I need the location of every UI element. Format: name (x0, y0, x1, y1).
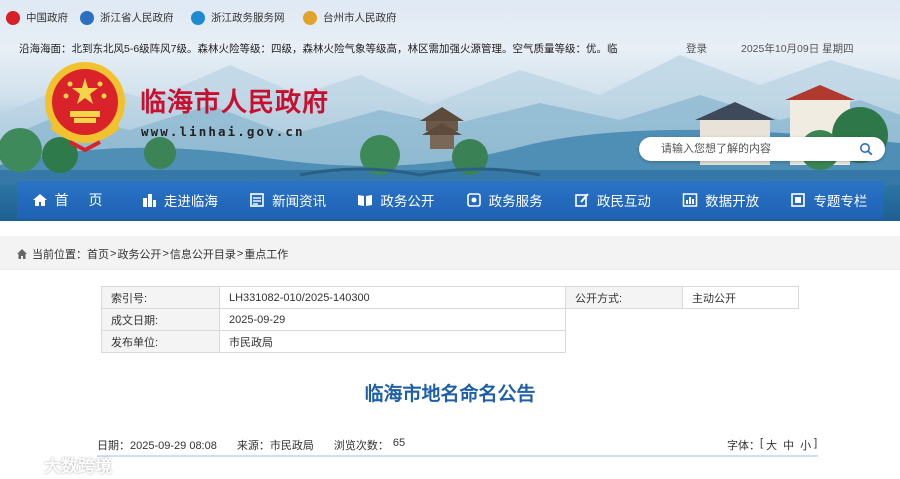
toplink-zhejiang-gov[interactable]: 浙江省人民政府 (80, 10, 174, 25)
watermark: 大数跨境 (8, 452, 112, 477)
views-label: 浏览次数： (333, 440, 389, 452)
breadcrumb-prefix: 当前位置： (32, 249, 87, 261)
nav-item-home[interactable]: 首 页 (17, 181, 125, 219)
site-header: 中国政府 浙江省人民政府 浙江政务服务网 台州市人民政府 沿海海面：北到东北风5… (0, 0, 900, 221)
search-box (639, 137, 885, 161)
site-title: 临海市人民政府 (140, 88, 330, 118)
toplink-label: 中国政府 (26, 12, 68, 24)
nav-label: 数据开放 (705, 194, 760, 209)
font-size-small-button[interactable]: 小 (800, 437, 811, 453)
breadcrumb-link-gov-affairs[interactable]: 政务公开 (117, 246, 161, 262)
nav-label: 政务服务 (488, 194, 543, 209)
home-icon (32, 194, 47, 206)
column-icon (791, 193, 806, 207)
main-nav: 首 页 走进临海 新闻资讯 政务公开 政务服务 政民互动 数据开放 专题专栏 (17, 181, 883, 219)
font-size-medium-button[interactable]: 中 (783, 437, 794, 453)
watermark-text: 大数跨境 (44, 457, 112, 477)
nav-label: 专题专栏 (813, 194, 868, 209)
site-url: www.linhai.gov.cn (141, 124, 305, 139)
publish-mode-label: 公开方式: (565, 286, 683, 309)
breadcrumb-separator: > (162, 248, 169, 260)
watermark-logo-icon (8, 456, 36, 473)
toplink-china-gov[interactable]: 中国政府 (6, 10, 68, 25)
current-date: 2025年10月09日 星期四 (741, 43, 854, 55)
divider (97, 455, 818, 457)
document-title: 临海市地名命名公告 (364, 383, 536, 405)
national-emblem-icon (45, 62, 125, 152)
taizhou-gov-icon (303, 10, 317, 25)
index-value: LH331082-010/2025-140300 (219, 286, 566, 309)
breadcrumb-link-catalog[interactable]: 信息公开目录 (170, 246, 236, 262)
nav-item-gov-affairs-open[interactable]: 政务公开 (342, 181, 450, 219)
nav-item-special-columns[interactable]: 专题专栏 (775, 181, 883, 219)
empty-cell (566, 309, 799, 353)
breadcrumb-separator: > (110, 248, 117, 260)
nav-item-open-data[interactable]: 数据开放 (667, 181, 775, 219)
bracket-close: ] (814, 437, 818, 449)
open-book-icon (358, 195, 373, 206)
article-meta-line: 日期：2025-09-29 08:08 来源：市民政局 浏览次数： 65 (97, 437, 409, 453)
breadcrumb-bar: 当前位置： 首页 > 政务公开 > 信息公开目录 > 重点工作 (0, 236, 900, 270)
nav-label: 走进临海 (163, 194, 218, 209)
font-size-switcher: 字体： [ 大 中 小 ] (727, 437, 817, 453)
nav-label: 政务公开 (380, 194, 435, 209)
service-icon (466, 193, 481, 207)
home-icon (17, 249, 27, 259)
top-links-bar: 中国政府 浙江省人民政府 浙江政务服务网 台州市人民政府 (0, 0, 900, 32)
bracket-open: [ (760, 437, 764, 449)
issuer-value: 市民政局 (219, 330, 566, 353)
toplink-label: 台州市人民政府 (323, 12, 397, 24)
document-meta-table: 索引号: LH331082-010/2025-140300 公开方式: 主动公开… (101, 286, 799, 353)
toplink-taizhou-gov[interactable]: 台州市人民政府 (303, 10, 397, 25)
zhejiang-service-icon (191, 10, 205, 25)
table-row: 成文日期: 2025-09-29 (101, 308, 799, 331)
china-gov-emblem-icon (6, 10, 20, 25)
article-date: 日期：2025-09-29 08:08 (97, 440, 217, 452)
font-size-large-button[interactable]: 大 (766, 437, 777, 453)
nav-item-news[interactable]: 新闻资讯 (234, 181, 342, 219)
nav-item-gov-services[interactable]: 政务服务 (450, 181, 558, 219)
breadcrumb-separator: > (236, 248, 244, 260)
article-source: 来源：市民政局 (236, 440, 314, 452)
toplink-label: 浙江省人民政府 (100, 12, 174, 24)
nav-item-about-linhai[interactable]: 走进临海 (125, 181, 233, 219)
breadcrumb-link-key-work[interactable]: 重点工作 (244, 246, 288, 262)
search-icon[interactable] (859, 142, 873, 156)
views-count: 65 (392, 437, 406, 449)
written-date-value: 2025-09-29 (219, 308, 566, 331)
city-icon (142, 194, 156, 207)
written-date-label: 成文日期: (101, 308, 220, 331)
toplink-zhejiang-service[interactable]: 浙江政务服务网 (191, 10, 285, 25)
edit-icon (575, 193, 589, 207)
publish-mode-value: 主动公开 (682, 286, 799, 309)
nav-label: 政民互动 (596, 194, 651, 209)
news-icon (250, 193, 264, 207)
info-ticker: 沿海海面：北到东北风5-6级阵风7级。森林火险等级：四级，森林火险气象等级高，林… (19, 43, 618, 55)
login-link[interactable]: 登录 (686, 41, 707, 56)
search-input[interactable] (661, 140, 851, 158)
nav-label: 首 页 (54, 192, 111, 208)
zhejiang-gov-icon (80, 10, 94, 25)
breadcrumb-link-home[interactable]: 首页 (87, 246, 109, 262)
breadcrumb: 当前位置： 首页 > 政务公开 > 信息公开目录 > 重点工作 (16, 246, 288, 262)
index-label: 索引号: (101, 286, 220, 309)
data-icon (682, 193, 698, 207)
table-row: 索引号: LH331082-010/2025-140300 公开方式: 主动公开 (101, 286, 799, 309)
font-size-label: 字体： (727, 440, 760, 452)
nav-label: 新闻资讯 (272, 194, 327, 209)
toplink-label: 浙江政务服务网 (211, 12, 285, 24)
nav-item-interaction[interactable]: 政民互动 (558, 181, 666, 219)
issuer-label: 发布单位: (101, 330, 220, 353)
